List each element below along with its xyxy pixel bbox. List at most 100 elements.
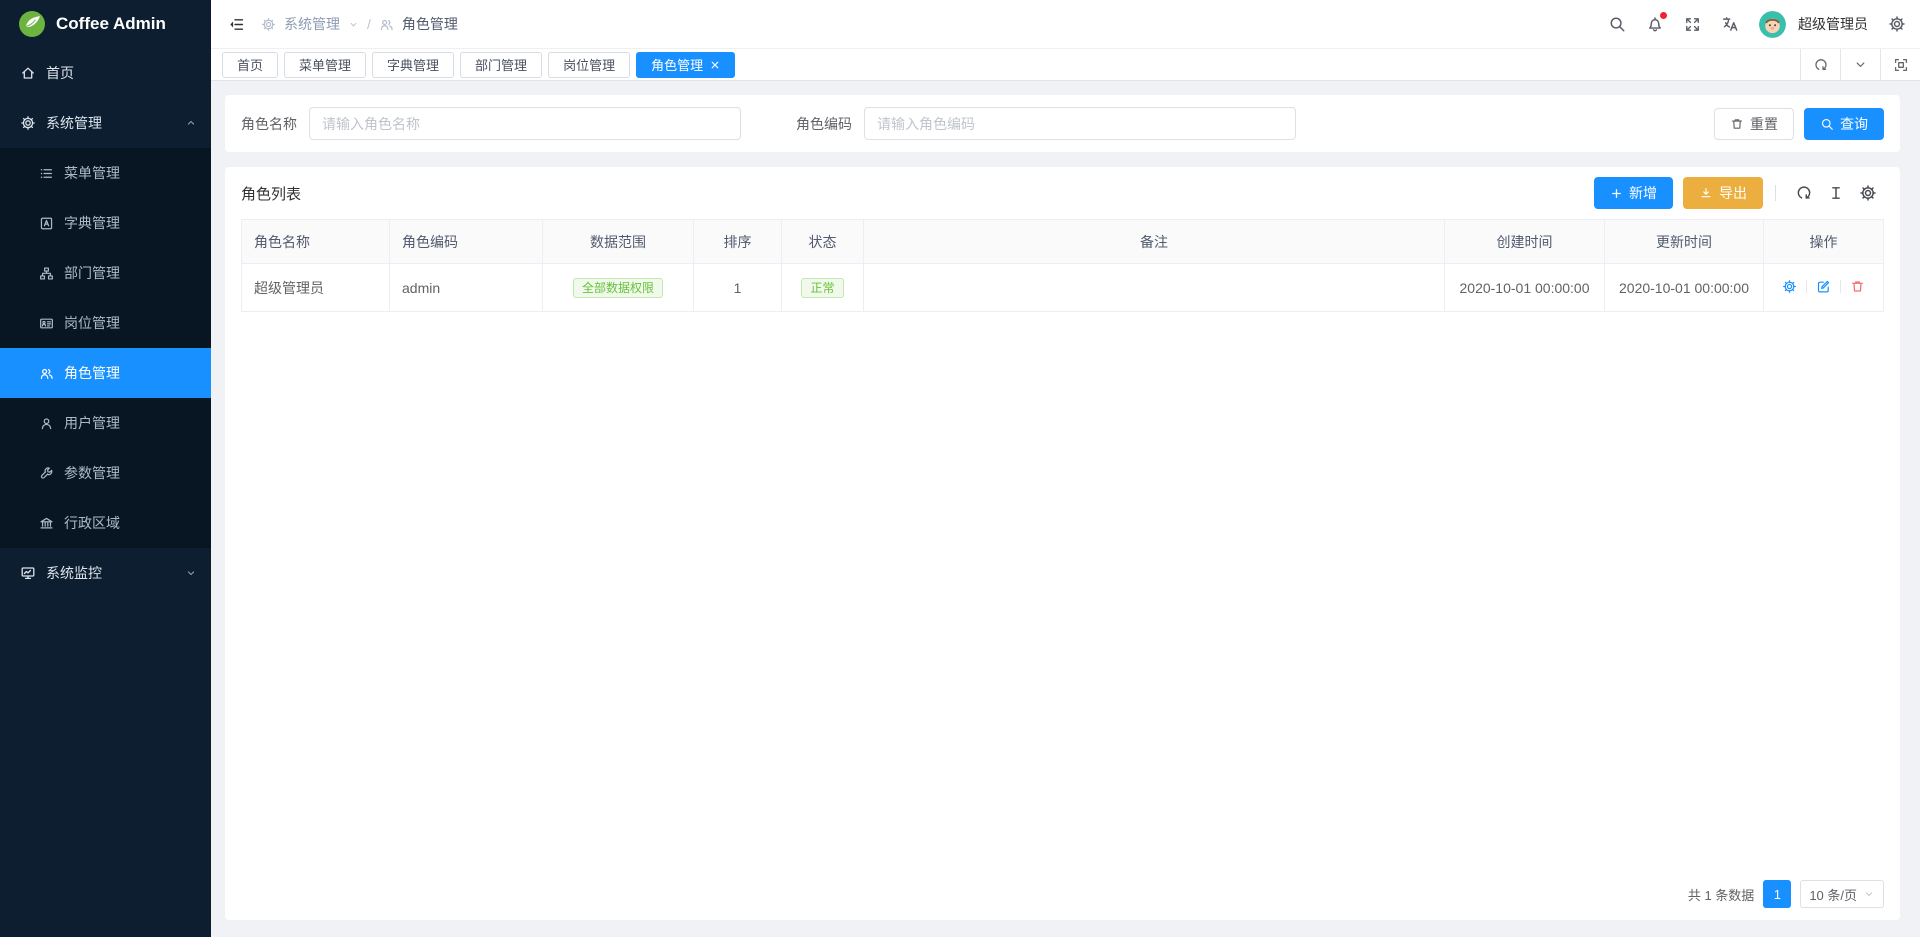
sidebar-item-label: 部门管理 [64, 263, 120, 283]
page-content: 角色名称 角色编码 重置 查询 角色列表 [211, 81, 1920, 937]
row-density-icon[interactable] [1827, 184, 1845, 202]
tab-close-icon[interactable] [710, 60, 720, 70]
col-updated: 更新时间 [1605, 220, 1764, 264]
reset-button[interactable]: 重置 [1714, 108, 1794, 140]
col-data-scope: 数据范围 [543, 220, 694, 264]
sidebar-item-dict-management[interactable]: 字典管理 [0, 198, 211, 248]
col-created: 创建时间 [1445, 220, 1605, 264]
notification-bell[interactable] [1646, 15, 1664, 33]
cell-role-code: admin [390, 264, 543, 312]
refresh-page-button[interactable] [1800, 49, 1840, 81]
pagination-total: 共 1 条数据 [1688, 885, 1754, 904]
spring-leaf-icon [18, 10, 46, 38]
delete-icon[interactable] [1850, 279, 1865, 294]
user-icon [39, 416, 54, 431]
sidebar-item-admin-region[interactable]: 行政区域 [0, 498, 211, 548]
sidebar-item-user-management[interactable]: 用户管理 [0, 398, 211, 448]
sidebar-item-label: 用户管理 [64, 413, 120, 433]
role-list-card: 角色列表 新增 导出 [225, 167, 1900, 920]
breadcrumb-parent[interactable]: 系统管理 [284, 14, 340, 34]
main-area: 系统管理 / 角色管理 超级管理员 首页 菜单管理 字典管理 部门管理 岗位管理 [211, 0, 1920, 937]
cell-status: 正常 [782, 264, 864, 312]
edit-icon[interactable] [1816, 279, 1831, 294]
tab-dict-management[interactable]: 字典管理 [372, 52, 454, 78]
sidebar-item-label: 角色管理 [64, 363, 120, 383]
sidebar-item-label: 岗位管理 [64, 313, 120, 333]
page-size-select[interactable]: 10 条/页 [1800, 880, 1884, 908]
trash-icon [1730, 117, 1744, 131]
maximize-content-button[interactable] [1880, 49, 1920, 81]
query-button[interactable]: 查询 [1804, 108, 1884, 140]
sidebar-item-label: 字典管理 [64, 213, 120, 233]
toolbar-divider [1775, 185, 1776, 201]
cell-actions [1764, 264, 1884, 312]
sidebar-item-post-management[interactable]: 岗位管理 [0, 298, 211, 348]
sidebar-item-home[interactable]: 首页 [0, 48, 211, 98]
col-sort: 排序 [694, 220, 782, 264]
tab-label: 首页 [237, 55, 263, 74]
table-row[interactable]: 超级管理员 admin 全部数据权限 1 正常 2020-10-01 00:00… [242, 264, 1884, 312]
export-button-label: 导出 [1719, 183, 1747, 203]
monitor-icon [20, 565, 36, 581]
data-scope-badge: 全部数据权限 [573, 278, 663, 298]
sidebar-item-dept-management[interactable]: 部门管理 [0, 248, 211, 298]
app-logo[interactable]: Coffee Admin [0, 0, 211, 48]
col-remark: 备注 [864, 220, 1445, 264]
dictionary-icon [39, 216, 54, 231]
tab-label: 角色管理 [651, 55, 703, 74]
tabs-dropdown-button[interactable] [1840, 49, 1880, 81]
add-button[interactable]: 新增 [1594, 177, 1673, 209]
username[interactable]: 超级管理员 [1798, 14, 1868, 34]
role-code-label: 角色编码 [796, 114, 852, 134]
topbar-right: 超级管理员 [1608, 11, 1906, 38]
page-button-1[interactable]: 1 [1763, 880, 1791, 908]
reset-button-label: 重置 [1750, 114, 1778, 134]
tab-post-management[interactable]: 岗位管理 [548, 52, 630, 78]
gear-icon [261, 17, 276, 32]
role-people-icon [379, 17, 394, 32]
cell-role-name: 超级管理员 [242, 264, 390, 312]
avatar[interactable] [1759, 11, 1786, 38]
search-icon[interactable] [1608, 15, 1626, 33]
sidebar-item-label: 系统监控 [46, 563, 102, 583]
tab-role-management[interactable]: 角色管理 [636, 52, 735, 78]
fullscreen-icon[interactable] [1684, 16, 1701, 33]
wrench-icon [39, 466, 54, 481]
settings-gear-icon[interactable] [1888, 15, 1906, 33]
role-code-input[interactable] [864, 107, 1296, 140]
refresh-table-icon[interactable] [1795, 184, 1813, 202]
col-status: 状态 [782, 220, 864, 264]
sidebar-item-param-management[interactable]: 参数管理 [0, 448, 211, 498]
export-button[interactable]: 导出 [1683, 177, 1763, 209]
notification-dot [1660, 12, 1667, 19]
role-name-input[interactable] [309, 107, 741, 140]
tab-dept-management[interactable]: 部门管理 [460, 52, 542, 78]
role-name-label: 角色名称 [241, 114, 297, 134]
cell-updated: 2020-10-01 00:00:00 [1605, 264, 1764, 312]
breadcrumb-separator: / [367, 16, 371, 32]
sidebar-item-system-management[interactable]: 系统管理 [0, 98, 211, 148]
chevron-down-icon [1853, 57, 1868, 72]
fold-menu-icon[interactable] [228, 16, 245, 33]
breadcrumb-current: 角色管理 [402, 14, 458, 34]
status-badge: 正常 [801, 278, 843, 298]
translate-icon[interactable] [1721, 15, 1739, 33]
data-permission-icon[interactable] [1782, 279, 1797, 294]
bank-icon [39, 516, 54, 531]
column-settings-icon[interactable] [1859, 184, 1877, 202]
col-actions: 操作 [1764, 220, 1884, 264]
sidebar-item-system-monitor[interactable]: 系统监控 [0, 548, 211, 598]
col-role-name: 角色名称 [242, 220, 390, 264]
cell-sort: 1 [694, 264, 782, 312]
app-title: Coffee Admin [56, 14, 166, 34]
sidebar-item-role-management[interactable]: 角色管理 [0, 348, 211, 398]
role-people-icon [39, 366, 54, 381]
chevron-down-icon[interactable] [348, 19, 359, 30]
sidebar-item-menu-management[interactable]: 菜单管理 [0, 148, 211, 198]
tab-menu-management[interactable]: 菜单管理 [284, 52, 366, 78]
topbar: 系统管理 / 角色管理 超级管理员 [211, 0, 1920, 49]
tab-home[interactable]: 首页 [222, 52, 278, 78]
org-tree-icon [39, 266, 54, 281]
cell-data-scope: 全部数据权限 [543, 264, 694, 312]
maximize-icon [1893, 57, 1909, 73]
